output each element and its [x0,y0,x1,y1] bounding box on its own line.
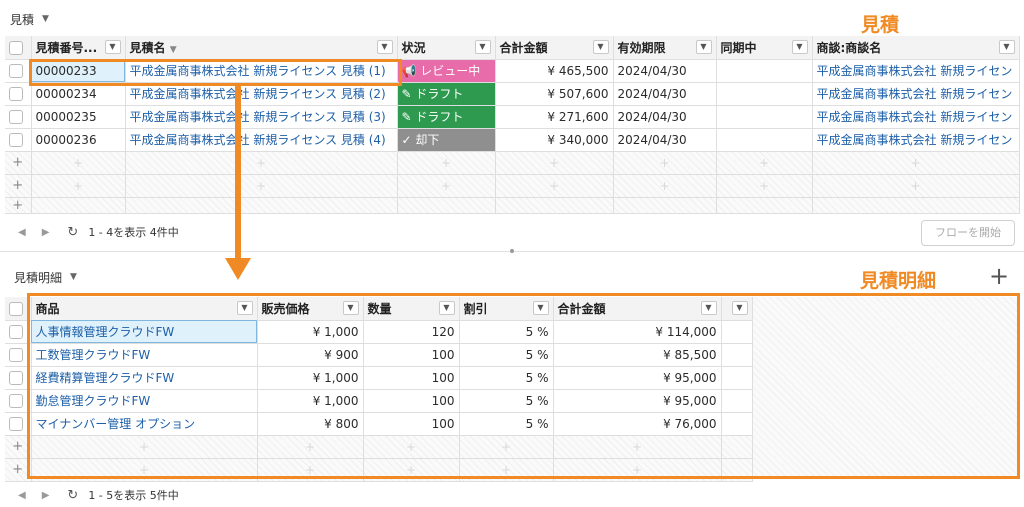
column-menu-icon[interactable]: ▼ [376,40,393,55]
annotation-arrow-head [225,258,251,280]
table-row[interactable]: 00000235 平成金属商事株式会社 新規ライセンス 見積 (3) ✎ ドラフ… [5,105,1020,129]
next-page-icon[interactable]: ▶ [42,490,50,501]
opportunity-link[interactable]: 平成金属商事株式会社 新規ライセン [812,128,1020,152]
opportunity-link[interactable]: 平成金属商事株式会社 新規ライセン [812,82,1020,106]
col-total[interactable]: 合計金額 ▼ [495,36,614,60]
syncing-cell[interactable] [716,59,813,83]
pencil-icon: ✎ [401,110,412,124]
row-checkbox[interactable] [9,393,23,408]
new-row[interactable]: + + + + + + + + [5,151,1020,175]
status-badge[interactable]: ✎ ドラフト [397,105,496,129]
total-cell[interactable]: ¥ 271,600 [495,105,614,129]
panel-menu-icon[interactable]: ▼ [42,14,49,24]
expires-cell[interactable]: 2024/04/30 [613,105,717,129]
quote-name-link[interactable]: 平成金属商事株式会社 新規ライセンス 見積 (4) [125,128,398,152]
quote-header-row: 見積番号... ▼ 見積名 ▼ ▼ 状況 ▼ 合計金額 ▼ 有効期限 ▼ 同期中 ▼ 商談:… [5,36,1020,60]
status-badge[interactable]: ✓ 却下 [397,128,496,152]
line-items-footer: ◀ ▶ ↻ 1 - 5を表示 5件中 [10,483,179,507]
syncing-cell[interactable] [716,82,813,106]
line-items-annotation-label: 見積明細 [860,270,937,292]
filter-icon: ▼ [169,44,177,55]
row-checkbox[interactable] [9,109,23,124]
refresh-icon[interactable]: ↻ [67,488,78,503]
column-menu-icon[interactable]: ▼ [998,40,1015,55]
selected-quote-highlight [29,59,402,86]
col-status[interactable]: 状況 ▼ [397,36,496,60]
status-badge[interactable]: 📢 レビュー中 [397,59,496,83]
total-cell[interactable]: ¥ 340,000 [495,128,614,152]
column-menu-icon[interactable]: ▼ [791,40,808,55]
quote-footer: ◀ ▶ ↻ 1 - 4を表示 4件中 [10,218,179,246]
status-badge[interactable]: ✎ ドラフト [397,82,496,106]
quote-annotation-label: 見積 [861,14,900,36]
total-cell[interactable]: ¥ 465,500 [495,59,614,83]
prev-page-icon[interactable]: ◀ [18,227,26,238]
expires-cell[interactable]: 2024/04/30 [613,59,717,83]
quote-number-cell[interactable]: 00000236 [31,128,126,152]
quote-panel-header: 見積 ▼ [10,4,49,34]
new-row[interactable]: + + + + + + + + [5,174,1020,198]
col-syncing[interactable]: 同期中 ▼ [716,36,813,60]
row-checkbox[interactable] [9,370,23,385]
record-count: 1 - 5を表示 5件中 [88,489,179,502]
splitter-handle[interactable] [510,249,514,253]
select-all-checkbox[interactable] [9,40,23,55]
checkmark-icon: ✓ [401,133,412,147]
column-menu-icon[interactable]: ▼ [695,40,712,55]
row-checkbox[interactable] [9,86,23,101]
row-checkbox[interactable] [9,347,23,362]
start-flow-button[interactable]: フローを開始 [921,220,1015,246]
row-checkbox[interactable] [9,63,23,78]
column-menu-icon[interactable]: ▼ [104,40,121,55]
row-checkbox[interactable] [9,416,23,431]
prev-page-icon[interactable]: ◀ [18,490,26,501]
quote-panel-title: 見積 [10,12,35,27]
select-all-checkbox[interactable] [9,301,23,316]
expires-cell[interactable]: 2024/04/30 [613,128,717,152]
total-cell[interactable]: ¥ 507,600 [495,82,614,106]
add-row-icon[interactable]: + [5,174,32,198]
syncing-cell[interactable] [716,105,813,129]
syncing-cell[interactable] [716,128,813,152]
add-row-icon[interactable]: + [5,151,32,175]
row-checkbox[interactable] [9,132,23,147]
line-items-panel-title: 見積明細 [14,270,63,285]
opportunity-link[interactable]: 平成金属商事株式会社 新規ライセン [812,105,1020,129]
table-row[interactable]: 00000236 平成金属商事株式会社 新規ライセンス 見積 (4) ✓ 却下 … [5,128,1020,152]
refresh-icon[interactable]: ↻ [67,225,78,240]
column-menu-icon[interactable]: ▼ [474,40,491,55]
opportunity-link[interactable]: 平成金属商事株式会社 新規ライセン [812,59,1020,83]
pencil-icon: ✎ [401,87,412,101]
quote-name-link[interactable]: 平成金属商事株式会社 新規ライセンス 見積 (3) [125,105,398,129]
record-count: 1 - 4を表示 4件中 [88,226,179,239]
add-item-icon[interactable]: + [989,262,1009,290]
annotation-arrow-shaft [235,86,241,260]
panel-menu-icon[interactable]: ▼ [70,272,77,282]
col-opportunity[interactable]: 商談:商談名 ▼ [812,36,1020,60]
next-page-icon[interactable]: ▶ [42,227,50,238]
megaphone-icon: 📢 [401,64,417,78]
line-items-panel-header: 見積明細 ▼ [14,262,77,292]
col-expires[interactable]: 有効期限 ▼ [613,36,717,60]
col-quote-name[interactable]: 見積名 ▼ ▼ [125,36,398,60]
column-menu-icon[interactable]: ▼ [592,40,609,55]
col-quote-number[interactable]: 見積番号... ▼ [31,36,126,60]
new-row[interactable]: + [5,197,1020,214]
add-row-icon[interactable]: + [5,197,32,214]
line-items-highlight [27,293,1020,479]
row-checkbox[interactable] [9,324,23,339]
expires-cell[interactable]: 2024/04/30 [613,82,717,106]
quote-number-cell[interactable]: 00000235 [31,105,126,129]
